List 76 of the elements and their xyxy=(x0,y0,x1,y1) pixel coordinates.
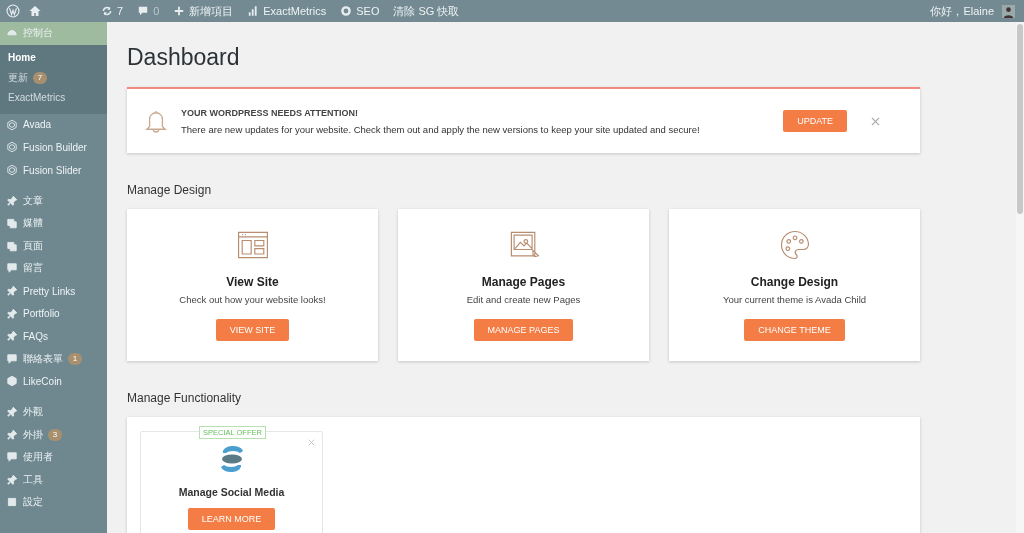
menu-item[interactable]: 控制台 xyxy=(0,22,107,45)
avatar-icon xyxy=(1002,4,1015,18)
menu-item[interactable]: 頁面 xyxy=(0,234,107,258)
count-badge: 7 xyxy=(33,71,47,84)
pin-icon xyxy=(6,428,18,441)
count-badge: 1 xyxy=(68,352,82,365)
menu-item[interactable]: 聯絡表單 1 xyxy=(0,347,107,371)
plus-icon xyxy=(173,5,186,17)
pin-icon xyxy=(6,194,18,207)
pages-icon xyxy=(6,217,18,230)
hexagon-icon xyxy=(6,375,18,388)
offer-title: Manage Social Media xyxy=(178,486,285,498)
updates-button[interactable]: 7 xyxy=(98,5,127,17)
card-title: View Site xyxy=(226,275,279,289)
pin-icon xyxy=(6,330,18,343)
card-title: Change Design xyxy=(750,275,839,289)
speech-bubble-icon xyxy=(6,262,18,275)
pin-icon xyxy=(6,285,18,298)
account-button[interactable]: 你好，Elaine xyxy=(927,3,1018,19)
card-text: Check out how your website looks! xyxy=(179,294,326,305)
home-icon[interactable] xyxy=(28,4,42,18)
pages-icon xyxy=(6,239,18,252)
speech-bubble-icon xyxy=(6,352,18,365)
notice-title: YOUR WORDPRESS NEEDS ATTENTION! xyxy=(181,107,359,118)
menu-item[interactable]: Fusion Slider xyxy=(0,158,107,182)
hexagon-icon xyxy=(6,141,18,154)
menu-item[interactable]: 外觀 xyxy=(0,400,107,424)
learn-more-button[interactable]: LEARN MORE xyxy=(187,508,276,530)
card-button[interactable]: CHANGE THEME xyxy=(744,319,845,341)
card-text: Edit and create new Pages xyxy=(466,294,581,305)
hexagon-icon xyxy=(6,164,18,177)
menu-item[interactable]: FAQs xyxy=(0,324,107,348)
ring-icon xyxy=(340,5,353,17)
menu-item[interactable]: Pretty Links xyxy=(0,279,107,303)
wordpress-logo-icon[interactable] xyxy=(6,4,20,18)
count-badge: 3 xyxy=(48,428,62,441)
page-title: Dashboard xyxy=(127,44,241,71)
submenu-item[interactable]: 更新 7 xyxy=(0,67,107,88)
close-icon[interactable] xyxy=(308,439,315,446)
menu-item[interactable]: 留言 xyxy=(0,257,107,280)
close-icon[interactable] xyxy=(871,116,880,126)
comments-button[interactable]: 0 xyxy=(134,5,163,17)
menu-item[interactable]: Portfolio xyxy=(0,302,107,325)
card-title: Manage Pages xyxy=(481,275,566,289)
clear-cache-button[interactable]: 清除 SG 快取 xyxy=(390,3,463,19)
card-button[interactable]: VIEW SITE xyxy=(215,319,290,341)
seo-button[interactable]: SEO xyxy=(337,5,383,17)
submenu-item[interactable]: Home xyxy=(0,47,107,68)
section-title: Manage Design xyxy=(127,183,213,197)
hexagon-icon xyxy=(6,118,18,131)
bar-chart-icon xyxy=(247,5,260,17)
speech-bubble-icon xyxy=(6,451,18,464)
bell-icon xyxy=(145,109,167,133)
menu-item[interactable]: 文章 xyxy=(0,189,107,212)
new-item-button[interactable]: 新增項目 xyxy=(170,3,237,19)
menu-item[interactable]: 工具 xyxy=(0,468,107,492)
pin-icon xyxy=(6,473,18,486)
card-text: Your current theme is Avada Child xyxy=(722,294,867,305)
menu-item[interactable]: 外掛 3 xyxy=(0,423,107,446)
menu-item[interactable]: 媒體 xyxy=(0,211,107,235)
menu-item[interactable]: LikeCoin xyxy=(0,370,107,393)
pin-icon xyxy=(6,406,18,418)
analytics-button[interactable]: ExactMetrics xyxy=(244,5,330,17)
menu-item[interactable]: Fusion Builder xyxy=(0,136,107,159)
submenu-item[interactable]: ExactMetrics xyxy=(0,87,107,108)
section-title: Manage Functionality xyxy=(127,391,243,405)
update-button[interactable]: UPDATE xyxy=(783,110,847,132)
speech-bubble-icon xyxy=(137,5,150,17)
menu-item[interactable]: Avada xyxy=(0,113,107,137)
menu-item[interactable]: 設定 xyxy=(0,491,107,514)
scrollbar[interactable] xyxy=(1016,22,1024,533)
menu-item[interactable]: 使用者 xyxy=(0,445,107,469)
notice-text: There are new updates for your website. Check them out and apply the new versions to keep your site updated and secure! xyxy=(181,123,701,135)
pin-icon xyxy=(6,307,18,320)
refresh-icon xyxy=(101,5,113,17)
card-button[interactable]: MANAGE PAGES xyxy=(473,319,574,341)
